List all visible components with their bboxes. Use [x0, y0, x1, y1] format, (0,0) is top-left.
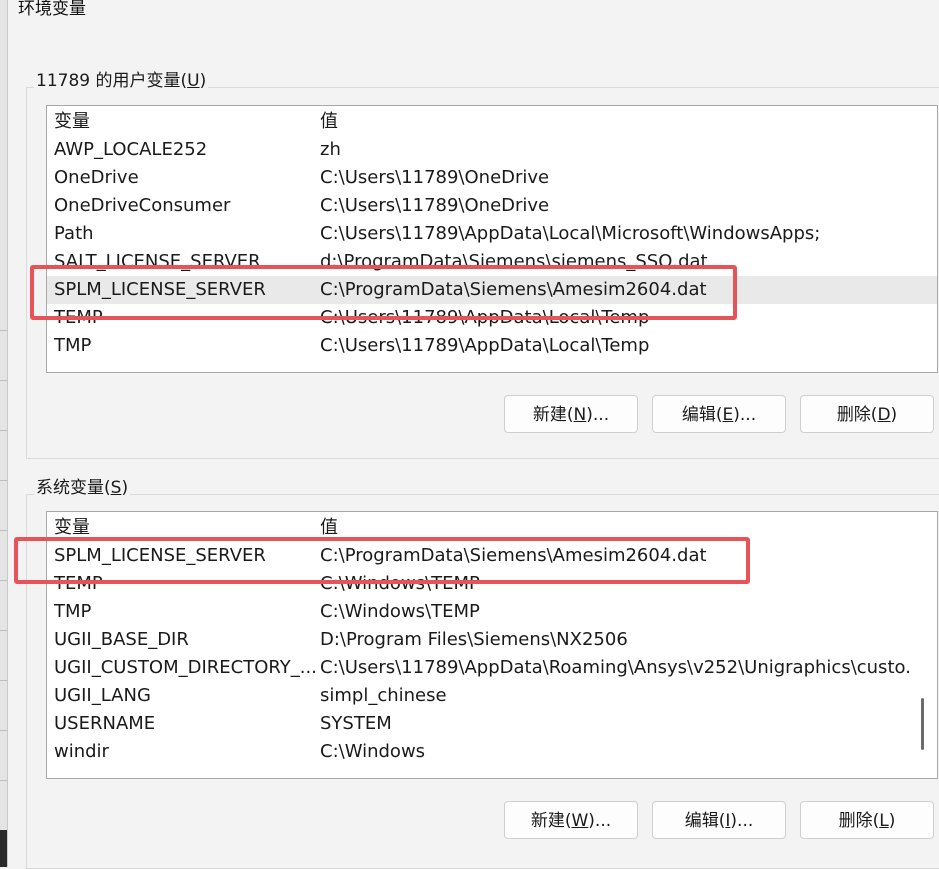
variable-value: C:\Users\11789\AppData\Roaming\Ansys\v25… — [320, 657, 923, 678]
vertical-scrollbar[interactable] — [910, 512, 937, 778]
highlight-box-system-splm — [14, 537, 750, 584]
system-variables-label: 系统变量(S) — [34, 473, 131, 498]
variable-value: zh — [320, 139, 341, 160]
variable-value: C:\Windows — [320, 741, 426, 762]
system-edit-button[interactable]: 编辑(I)... — [652, 801, 786, 839]
variable-value: C:\Users\11789\AppData\Local\Temp — [320, 335, 650, 356]
variable-value: C:\Users\11789\OneDrive — [320, 195, 550, 216]
variable-value: C:\Users\11789\OneDrive — [320, 167, 550, 188]
scrollbar-thumb[interactable] — [921, 698, 924, 750]
table-row[interactable]: UGII_CUSTOM_DIRECTORY_... C:\Users\11789\… — [47, 654, 937, 682]
user-delete-button[interactable]: 删除(D) — [800, 395, 934, 433]
variable-name: windir — [54, 741, 109, 762]
user-new-button[interactable]: 新建(N)... — [504, 395, 638, 433]
variable-name: USERNAME — [54, 713, 156, 734]
table-row[interactable]: USERNAME SYSTEM — [47, 710, 937, 738]
window-title: 环境变量 — [18, 0, 86, 19]
user-variables-list[interactable]: 变量 值 AWP_LOCALE252 zh OneDrive C:\Users\11… — [46, 105, 938, 373]
highlight-box-user-splm — [30, 265, 737, 320]
table-row[interactable]: windir C:\Windows — [47, 738, 937, 766]
variable-value: simpl_chinese — [320, 685, 447, 706]
variable-name: TMP — [54, 601, 92, 622]
variable-name: UGII_CUSTOM_DIRECTORY_... — [54, 657, 317, 678]
variable-name: UGII_LANG — [54, 685, 151, 706]
system-delete-button[interactable]: 删除(L) — [800, 801, 934, 839]
column-header-variable[interactable]: 变量 — [54, 108, 90, 136]
table-row[interactable]: UGII_LANG simpl_chinese — [47, 682, 937, 710]
variable-value: C:\Users\11789\AppData\Local\Microsoft\W… — [320, 223, 821, 244]
variable-value: C:\Windows\TEMP — [320, 601, 480, 622]
variable-name: Path — [54, 223, 94, 244]
system-new-button[interactable]: 新建(W)... — [504, 801, 638, 839]
variable-value: D:\Program Files\Siemens\NX2506 — [320, 629, 628, 650]
variable-name: TMP — [54, 335, 92, 356]
column-header-value[interactable]: 值 — [320, 108, 338, 136]
variable-name: OneDrive — [54, 167, 139, 188]
table-row[interactable]: AWP_LOCALE252 zh — [47, 136, 937, 164]
table-row[interactable]: OneDrive C:\Users\11789\OneDrive — [47, 164, 937, 192]
table-row[interactable]: UGII_BASE_DIR D:\Program Files\Siemens\NX… — [47, 626, 937, 654]
list-header: 变量 值 — [47, 108, 937, 136]
table-row[interactable]: Path C:\Users\11789\AppData\Local\Microso… — [47, 220, 937, 248]
variable-name: OneDriveConsumer — [54, 195, 231, 216]
variable-name: UGII_BASE_DIR — [54, 629, 189, 650]
user-variables-label: 11789 的用户变量(U) — [34, 66, 209, 91]
variable-name: AWP_LOCALE252 — [54, 139, 208, 160]
variable-value: SYSTEM — [320, 713, 392, 734]
table-row[interactable]: OneDriveConsumer C:\Users\11789\OneDrive — [47, 192, 937, 220]
table-row[interactable]: TMP C:\Windows\TEMP — [47, 598, 937, 626]
background-window-edge — [0, 0, 8, 867]
user-edit-button[interactable]: 编辑(E)... — [652, 395, 786, 433]
table-row[interactable]: TMP C:\Users\11789\AppData\Local\Temp — [47, 332, 937, 360]
